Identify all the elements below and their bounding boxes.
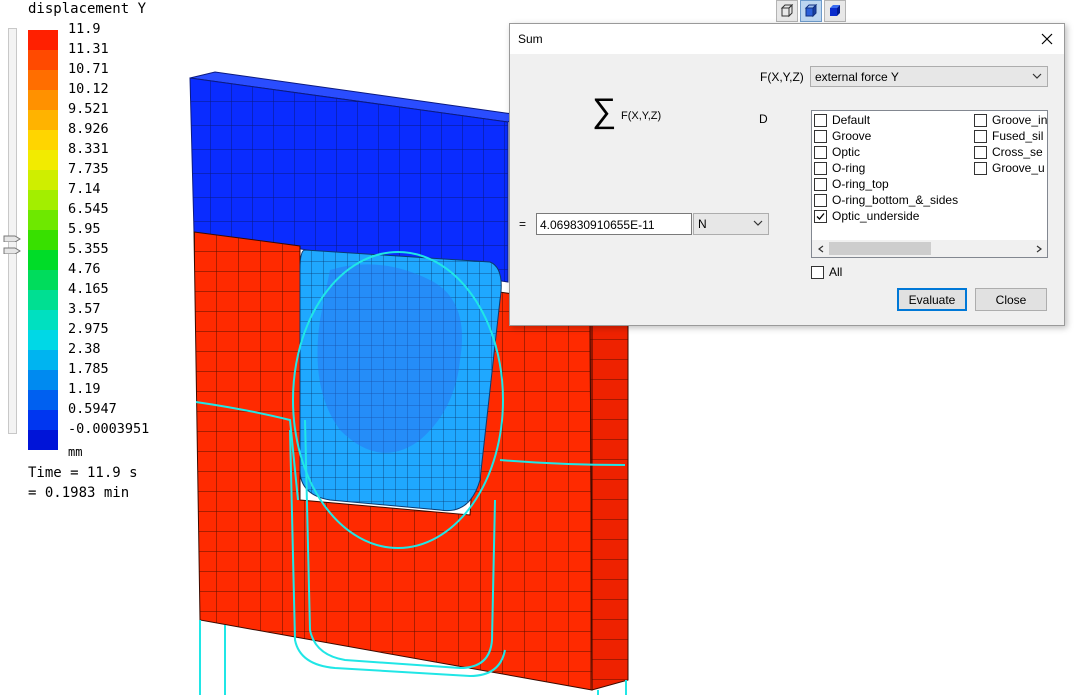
domain-checkbox-item[interactable]: O-ring <box>814 160 865 176</box>
all-checkbox[interactable]: All <box>811 264 842 280</box>
domain-check-box[interactable] <box>974 113 987 127</box>
domain-check-box[interactable] <box>974 161 987 175</box>
domain-label-text: O-ring_bottom_&_sides <box>832 193 959 207</box>
domain-label-text: Optic <box>832 145 861 159</box>
domain-label-text: Optic_underside <box>832 209 920 223</box>
quantity-value: external force Y <box>815 70 899 84</box>
close-button[interactable]: Close <box>975 288 1047 311</box>
view-toolbar <box>776 0 846 22</box>
dialog-titlebar[interactable]: Sum <box>510 24 1064 54</box>
result-field[interactable]: 4.069830910655E-11 <box>536 213 692 235</box>
cube-solid-icon[interactable] <box>824 0 846 22</box>
all-label: All <box>829 265 843 279</box>
domain-label-text: Fused_sil <box>992 129 1044 143</box>
domain-checkbox-item[interactable]: Fused_sil <box>974 128 1043 144</box>
domain-list[interactable]: Default Groove Optic O-ring O-ring_top O-ring… <box>811 110 1048 258</box>
chevron-down-icon <box>753 220 763 226</box>
sum-expression: F(X,Y,Z) <box>621 110 662 122</box>
domain-label-text: Groove_in <box>992 113 1048 127</box>
dialog-title: Sum <box>518 32 543 46</box>
domain-check-box[interactable] <box>814 193 827 207</box>
domain-check-box[interactable] <box>974 129 987 143</box>
domain-label-text: Cross_se <box>992 145 1043 159</box>
domain-check-box[interactable] <box>814 209 827 223</box>
cube-shaded-icon[interactable] <box>800 0 822 22</box>
result-value: 4.069830910655E-11 <box>540 218 655 232</box>
scroll-left-icon[interactable] <box>815 243 826 254</box>
scroll-right-icon[interactable] <box>1033 243 1044 254</box>
domain-checkbox-item[interactable]: Groove <box>814 128 871 144</box>
domain-label: D <box>759 112 768 126</box>
chevron-down-icon <box>1032 73 1042 79</box>
equals-sign: = <box>519 217 527 231</box>
domain-check-box[interactable] <box>974 145 987 159</box>
domain-label-text: Groove <box>832 129 872 143</box>
close-icon[interactable] <box>1036 28 1058 50</box>
horizontal-scrollbar[interactable] <box>812 240 1047 257</box>
unit-select[interactable]: N <box>693 213 769 235</box>
scrollbar-thumb[interactable] <box>829 242 931 255</box>
domain-check-box[interactable] <box>814 145 827 159</box>
quantity-select[interactable]: external force Y <box>810 66 1048 87</box>
checkmark-icon <box>816 212 825 220</box>
domain-label-text: O-ring_top <box>832 177 889 191</box>
sum-symbol: ∑ <box>592 92 617 130</box>
domain-checkbox-item[interactable]: Groove_u <box>974 160 1045 176</box>
domain-label-text: O-ring <box>832 161 866 175</box>
evaluate-button[interactable]: Evaluate <box>897 288 967 311</box>
unit-value: N <box>698 217 707 231</box>
domain-checkbox-item[interactable]: Cross_se <box>974 144 1043 160</box>
sum-dialog: Sum F(X,Y,Z) external force Y ∑ F(X,Y,Z)… <box>509 23 1065 326</box>
domain-label-text: Groove_u <box>992 161 1045 175</box>
domain-check-box[interactable] <box>814 177 827 191</box>
domain-checkbox-item[interactable]: Default <box>814 112 870 128</box>
domain-checkbox-item[interactable]: O-ring_top <box>814 176 889 192</box>
domain-label-text: Default <box>832 113 871 127</box>
domain-checkbox-item[interactable]: Optic_underside <box>814 208 919 224</box>
domain-check-box[interactable] <box>814 161 827 175</box>
all-check-box[interactable] <box>811 265 824 279</box>
function-label: F(X,Y,Z) <box>760 70 804 84</box>
domain-checkbox-item[interactable]: Optic <box>814 144 860 160</box>
domain-check-box[interactable] <box>814 113 827 127</box>
cube-outline-icon[interactable] <box>776 0 798 22</box>
optic-surface <box>299 249 502 512</box>
domain-checkbox-item[interactable]: Groove_in <box>974 112 1047 128</box>
domain-checkbox-item[interactable]: O-ring_bottom_&_sides <box>814 192 958 208</box>
domain-check-box[interactable] <box>814 129 827 143</box>
